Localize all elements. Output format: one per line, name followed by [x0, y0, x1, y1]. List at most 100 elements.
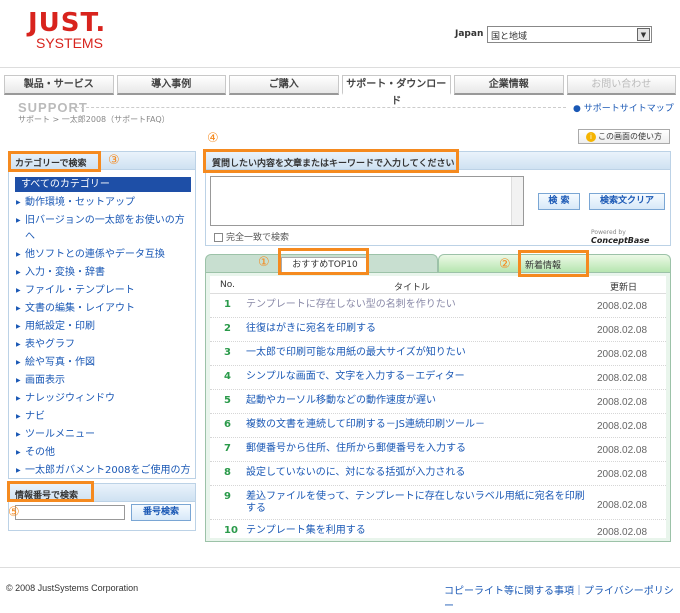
category-item[interactable]: ツールメニュー	[15, 427, 191, 443]
breadcrumb[interactable]: サポート > 一太郎2008（サポートFAQ）	[18, 114, 170, 125]
faq-row-number: 1	[224, 299, 231, 310]
faq-row-title[interactable]: テンプレート集を利用する	[246, 525, 591, 537]
nav-tab-case-studies[interactable]: 導入事例	[116, 75, 226, 95]
search-button[interactable]: 検 索	[538, 193, 580, 210]
category-item[interactable]: 他ソフトとの連係やデータ互換	[15, 247, 191, 263]
faq-row-date: 2008.02.08	[597, 500, 648, 511]
sitemap-link[interactable]: ● サポートサイトマップ	[573, 101, 674, 114]
nav-tab-company[interactable]: 企業情報	[454, 75, 564, 95]
annotation-box-new	[518, 250, 589, 277]
annotation-number-4: ④	[207, 131, 219, 146]
faq-row-title[interactable]: 郵便番号から住所、住所から郵便番号を入力する	[246, 443, 591, 455]
logo-dot: .	[95, 8, 107, 38]
faq-row: 7 郵便番号から住所、住所から郵便番号を入力する 2008.02.08	[210, 438, 666, 462]
faq-list-panel: No. タイトル 更新日 1 テンプレートに存在しない型の名刺を作りたい 2008.…	[205, 272, 671, 542]
category-item[interactable]: 動作環境・セットアップ	[15, 195, 191, 211]
clear-button[interactable]: 検索文クリア	[589, 193, 665, 210]
bullet-icon: ●	[573, 104, 581, 114]
footer-links[interactable]: コピーライト等に関する事項｜プライバシーポリシー	[444, 582, 680, 612]
nav-tab-support[interactable]: サポート・ダウンロード	[341, 75, 451, 107]
conceptbase-logo: ConceptBase	[591, 236, 650, 245]
faq-tabs: おすすめTOP10 新着情報	[205, 254, 671, 273]
category-item[interactable]: ナレッジウィンドウ	[15, 391, 191, 407]
faq-row-date: 2008.02.08	[597, 527, 648, 538]
annotation-box-number-search	[7, 481, 94, 502]
main-nav: 製品・サービス 導入事例 ご購入 サポート・ダウンロード 企業情報 お問い合わせ	[4, 75, 676, 107]
chevron-down-icon[interactable]: ▼	[637, 28, 650, 41]
category-all[interactable]: すべてのカテゴリー	[15, 177, 191, 192]
faq-row-number: 3	[224, 347, 231, 358]
faq-row-number: 6	[224, 419, 231, 430]
annotation-box-top10	[278, 248, 369, 275]
col-title: タイトル	[394, 283, 431, 293]
category-item[interactable]: 旧バージョンの一太郎をお使いの方へ	[15, 213, 191, 245]
faq-row-number: 2	[224, 323, 231, 334]
annotation-number-2: ②	[499, 257, 511, 272]
faq-row: 9 差込ファイルを使って、テンプレートに存在しないラベル用紙に宛名を印刷する 200…	[210, 486, 666, 520]
faq-row-date: 2008.02.08	[597, 421, 648, 432]
faq-row: 4 シンプルな画面で、文字を入力する－エディター 2008.02.08	[210, 366, 666, 390]
exact-match-label: 完全一致で検索	[226, 233, 290, 243]
region-value: 国と地域	[491, 32, 528, 42]
category-item[interactable]: ナビ	[15, 409, 191, 425]
faq-row-date: 2008.02.08	[597, 469, 648, 480]
category-panel: カテゴリーで検索 すべてのカテゴリー 動作環境・セットアップ 旧バージョンの一太…	[8, 151, 196, 492]
number-input[interactable]	[15, 505, 125, 520]
faq-list: No. タイトル 更新日 1 テンプレートに存在しない型の名刺を作りたい 2008.…	[210, 276, 666, 538]
category-item[interactable]: 表やグラフ	[15, 337, 191, 353]
faq-row-number: 9	[224, 491, 231, 502]
number-search-button[interactable]: 番号検索	[131, 504, 191, 521]
faq-row-title[interactable]: 差込ファイルを使って、テンプレートに存在しないラベル用紙に宛名を印刷する	[246, 491, 591, 515]
faq-row-title[interactable]: 設定していないのに、対になる括弧が入力される	[246, 467, 591, 479]
howto-button[interactable]: i この画面の使い方	[578, 129, 670, 144]
region-select[interactable]: 国と地域 ▼	[487, 26, 652, 43]
category-item[interactable]: 画面表示	[15, 373, 191, 389]
col-no: No.	[220, 280, 235, 290]
faq-row-title[interactable]: 複数の文書を連続して印刷する－JS連続印刷ツール－	[246, 419, 591, 431]
faq-row-date: 2008.02.08	[597, 373, 648, 384]
justsystems-logo[interactable]: JUST. SYSTEMS	[28, 10, 118, 54]
category-item[interactable]: 入力・変換・辞書	[15, 265, 191, 281]
exact-match-checkbox[interactable]	[214, 233, 223, 242]
category-list: 動作環境・セットアップ 旧バージョンの一太郎をお使いの方へ 他ソフトとの連係やデ…	[15, 195, 191, 497]
nav-tab-contact[interactable]: お問い合わせ	[566, 75, 676, 95]
faq-row-number: 7	[224, 443, 231, 454]
faq-row-date: 2008.02.08	[597, 301, 648, 312]
powered-by-label: Powered by	[591, 229, 626, 236]
logo-sub: SYSTEMS	[36, 35, 103, 51]
faq-row-date: 2008.02.08	[597, 397, 648, 408]
faq-row-date: 2008.02.08	[597, 325, 648, 336]
site-header: JUST. SYSTEMS Japan 国と地域 ▼	[0, 0, 680, 68]
scrollbar[interactable]	[511, 177, 523, 225]
annotation-number-3: ③	[108, 153, 120, 168]
faq-row-title[interactable]: 往復はがきに宛名を印刷する	[246, 323, 591, 335]
faq-row-number: 5	[224, 395, 231, 406]
faq-row-number: 8	[224, 467, 231, 478]
sitemap-label: サポートサイトマップ	[583, 104, 674, 114]
country-label: Japan	[455, 29, 484, 39]
faq-row-title[interactable]: 起動やカーソル移動などの動作速度が遅い	[246, 395, 591, 407]
annotation-number-5: ⑤	[8, 505, 20, 520]
faq-row-date: 2008.02.08	[597, 349, 648, 360]
footer-divider	[0, 567, 680, 568]
faq-row-title[interactable]: 一太郎で印刷可能な用紙の最大サイズが知りたい	[246, 347, 591, 359]
faq-row: 5 起動やカーソル移動などの動作速度が遅い 2008.02.08	[210, 390, 666, 414]
faq-row-title[interactable]: テンプレートに存在しない型の名刺を作りたい	[246, 299, 591, 311]
divider	[76, 107, 566, 108]
nav-tab-products[interactable]: 製品・サービス	[4, 75, 114, 95]
exact-match-option[interactable]: 完全一致で検索	[214, 230, 289, 243]
category-item[interactable]: ファイル・テンプレート	[15, 283, 191, 299]
logo-main: JUST	[28, 8, 96, 38]
category-item[interactable]: 絵や写真・作図	[15, 355, 191, 371]
nav-tab-purchase[interactable]: ご購入	[229, 75, 339, 95]
category-item[interactable]: 文書の編集・レイアウト	[15, 301, 191, 317]
annotation-number-1: ①	[258, 255, 270, 270]
faq-row: 8 設定していないのに、対になる括弧が入力される 2008.02.08	[210, 462, 666, 486]
category-item[interactable]: その他	[15, 445, 191, 461]
faq-row-number: 10	[224, 525, 238, 536]
faq-row-title[interactable]: シンプルな画面で、文字を入力する－エディター	[246, 371, 591, 383]
question-textarea[interactable]	[210, 176, 524, 226]
faq-row: 1 テンプレートに存在しない型の名刺を作りたい 2008.02.08	[210, 294, 666, 318]
category-item[interactable]: 用紙設定・印刷	[15, 319, 191, 335]
faq-row-date: 2008.02.08	[597, 445, 648, 456]
